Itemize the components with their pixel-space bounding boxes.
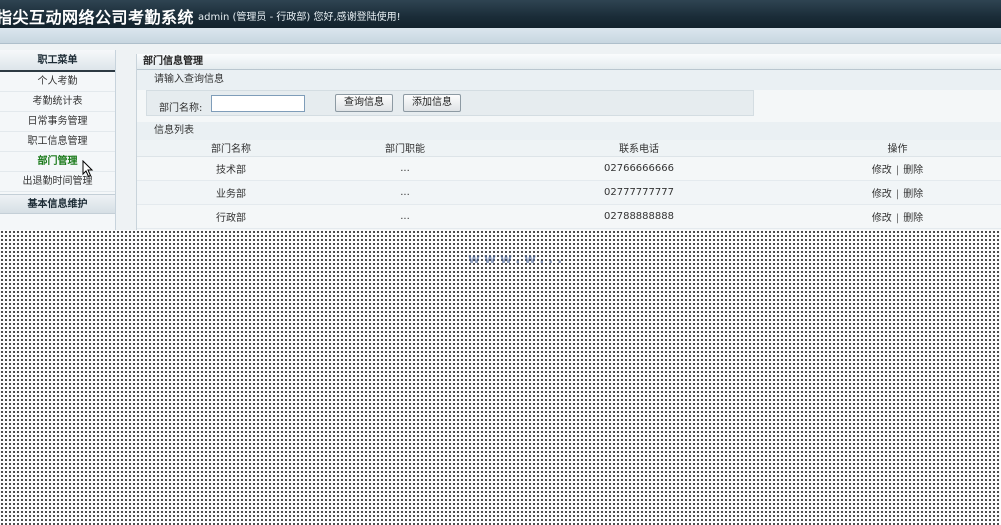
ghost-watermark-text: www.w...: [468, 252, 567, 267]
sidebar-item-personal-attendance[interactable]: 个人考勤: [0, 72, 115, 92]
app-title: 指尖互动网络公司考勤系统: [0, 8, 195, 27]
cell-phone: 02788888888: [485, 204, 793, 229]
sidebar-menu: 职工菜单 个人考勤 考勤统计表 日常事务管理 职工信息管理 部门管理 出退勤时间…: [0, 50, 116, 240]
search-form: 部门名称: 查询信息 添加信息: [146, 90, 754, 116]
dotted-overlay: www.w...: [0, 230, 1001, 525]
sidebar-section-basic-info[interactable]: 基本信息维护: [0, 194, 115, 214]
action-separator: |: [895, 212, 900, 224]
department-name-label: 部门名称:: [159, 103, 203, 114]
cell-actions: 修改 | 删除: [793, 204, 1001, 229]
cell-department-name: 行政部: [137, 204, 325, 229]
edit-link[interactable]: 修改: [872, 213, 892, 224]
column-header-duty: 部门职能: [325, 140, 485, 157]
cell-phone: 02766666666: [485, 156, 793, 181]
cell-department-duty: ...: [325, 180, 485, 205]
sidebar-item-employee-info[interactable]: 职工信息管理: [0, 132, 115, 152]
sidebar-item-shift-times[interactable]: 出退勤时间管理: [0, 172, 115, 192]
sidebar-heading[interactable]: 职工菜单: [0, 50, 115, 72]
app-header: 指尖互动网络公司考勤系统 admin (管理员 - 行政部) 您好,感谢登陆使用…: [0, 0, 1001, 28]
column-header-actions: 操作: [793, 140, 1001, 157]
table-row: 技术部 ... 02766666666 修改 | 删除: [137, 156, 1001, 181]
search-section-label: 请输入查询信息: [137, 70, 1001, 90]
action-separator: |: [895, 164, 900, 176]
cell-actions: 修改 | 删除: [793, 180, 1001, 205]
sidebar-item-daily-affairs[interactable]: 日常事务管理: [0, 112, 115, 132]
table-header-row: 部门名称 部门职能 联系电话 操作: [137, 140, 1001, 157]
cell-department-name: 业务部: [137, 180, 325, 205]
action-separator: |: [895, 188, 900, 200]
edit-link[interactable]: 修改: [872, 165, 892, 176]
edit-link[interactable]: 修改: [872, 189, 892, 200]
cell-actions: 修改 | 删除: [793, 156, 1001, 181]
column-header-phone: 联系电话: [485, 140, 793, 157]
department-table: 部门名称 部门职能 联系电话 操作 技术部 ... 02766666666 修改…: [137, 140, 1001, 229]
mouse-pointer-icon: [82, 160, 94, 178]
welcome-message: admin (管理员 - 行政部) 您好,感谢登陆使用!: [198, 12, 401, 23]
delete-link[interactable]: 删除: [903, 165, 923, 176]
query-button[interactable]: 查询信息: [335, 94, 393, 112]
cell-phone: 02777777777: [485, 180, 793, 205]
sidebar-item-department[interactable]: 部门管理: [0, 152, 115, 172]
cell-department-duty: ...: [325, 156, 485, 181]
add-button[interactable]: 添加信息: [403, 94, 461, 112]
page-title: 部门信息管理: [137, 54, 1001, 70]
table-row: 行政部 ... 02788888888 修改 | 删除: [137, 204, 1001, 229]
table-row: 业务部 ... 02777777777 修改 | 删除: [137, 180, 1001, 205]
list-section-label: 信息列表: [137, 122, 1001, 140]
cell-department-name: 技术部: [137, 156, 325, 181]
delete-link[interactable]: 删除: [903, 213, 923, 224]
main-panel: 部门信息管理 请输入查询信息 部门名称: 查询信息 添加信息 信息列表 部门名称…: [136, 54, 1001, 244]
column-header-name: 部门名称: [137, 140, 325, 157]
delete-link[interactable]: 删除: [903, 189, 923, 200]
sub-header-bar: [0, 28, 1001, 44]
department-name-input[interactable]: [211, 95, 305, 112]
cell-department-duty: ...: [325, 204, 485, 229]
sidebar-item-attendance-stats[interactable]: 考勤统计表: [0, 92, 115, 112]
